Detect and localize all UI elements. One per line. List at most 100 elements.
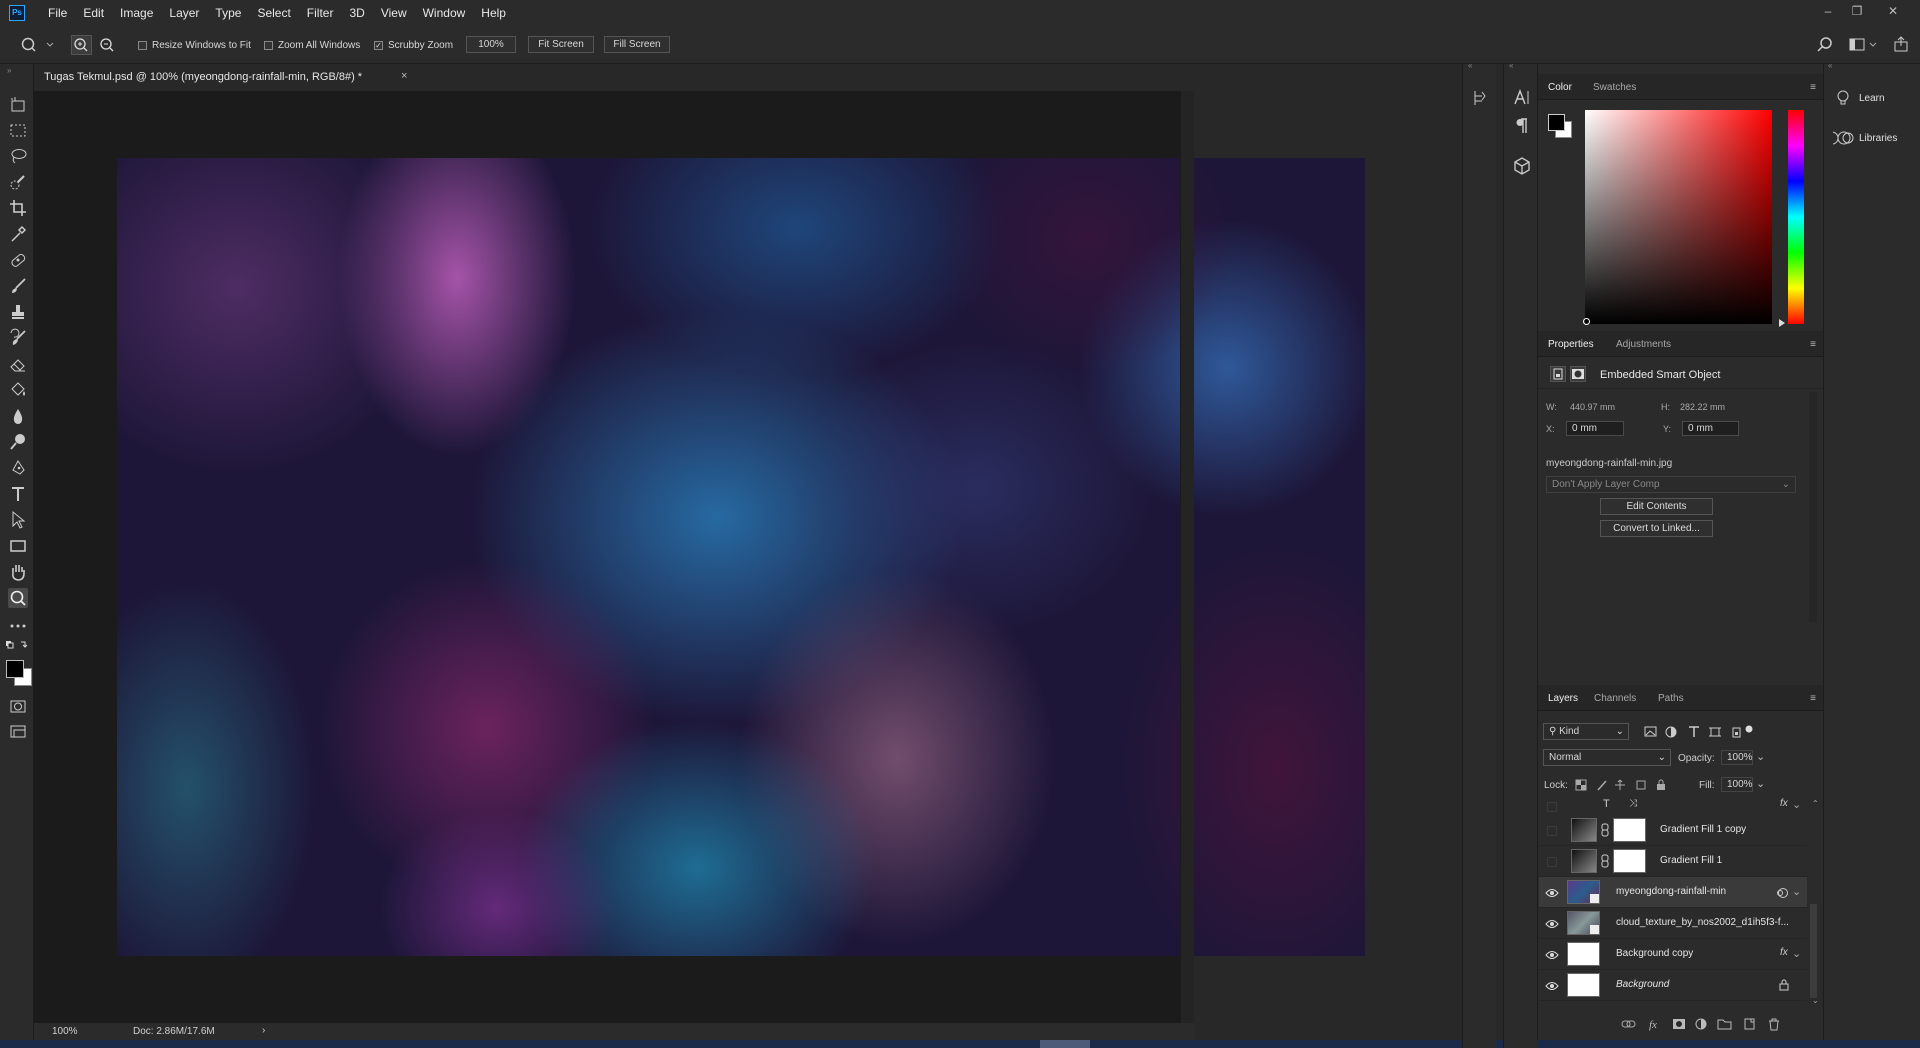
share-icon[interactable] bbox=[1893, 36, 1909, 52]
layer-row-partial[interactable]: T ⤨ fx ⌄ bbox=[1539, 798, 1807, 814]
crop-tool-icon[interactable] bbox=[8, 198, 28, 218]
dock-arrows-icon[interactable]: « bbox=[1828, 61, 1832, 70]
brush-tool-icon[interactable] bbox=[8, 276, 28, 296]
dock-arrows-icon[interactable]: « bbox=[1509, 61, 1513, 70]
layer-row[interactable]: Background bbox=[1539, 970, 1807, 1001]
menu-help[interactable]: Help bbox=[473, 0, 514, 26]
tab-paths[interactable]: Paths bbox=[1658, 693, 1684, 704]
blur-tool-icon[interactable] bbox=[8, 406, 28, 426]
menu-window[interactable]: Window bbox=[415, 0, 474, 26]
color-picker-cursor[interactable] bbox=[1583, 318, 1590, 325]
learn-icon[interactable] bbox=[1836, 90, 1850, 108]
mask-icon[interactable] bbox=[1570, 366, 1586, 382]
properties-scrollbar[interactable] bbox=[1809, 392, 1817, 622]
layers-scrollbar-thumb[interactable] bbox=[1810, 904, 1817, 998]
menu-filter[interactable]: Filter bbox=[299, 0, 342, 26]
panel-menu-icon[interactable]: ≡ bbox=[1810, 339, 1816, 350]
pen-tool-icon[interactable] bbox=[8, 458, 28, 478]
layer-filter-kind[interactable]: ⚲ Kind ⌄ bbox=[1543, 723, 1629, 740]
scroll-up-icon[interactable]: ⌃ bbox=[1812, 799, 1819, 808]
paragraph-icon[interactable] bbox=[1512, 116, 1532, 136]
zoom-all-windows-checkbox[interactable]: Zoom All Windows bbox=[264, 40, 360, 51]
tab-layers[interactable]: Layers bbox=[1541, 685, 1585, 711]
minimize-icon[interactable]: – bbox=[1819, 4, 1837, 20]
layer-row[interactable]: Background copy fx ⌄ bbox=[1539, 939, 1807, 970]
menu-image[interactable]: Image bbox=[112, 0, 161, 26]
default-colors-icon[interactable] bbox=[5, 640, 29, 650]
visibility-toggle[interactable] bbox=[1547, 857, 1557, 867]
more-tools-icon[interactable] bbox=[8, 616, 28, 636]
character-icon[interactable] bbox=[1512, 88, 1532, 108]
eye-icon[interactable] bbox=[1545, 950, 1559, 960]
learn-label[interactable]: Learn bbox=[1859, 93, 1885, 104]
vertical-scrollbar[interactable] bbox=[1180, 91, 1194, 1023]
hand-tool-icon[interactable] bbox=[8, 562, 28, 582]
link-icon[interactable] bbox=[1601, 823, 1609, 837]
resize-windows-checkbox[interactable]: Resize Windows to Fit bbox=[138, 40, 251, 51]
fill-screen-button[interactable]: Fill Screen bbox=[604, 36, 670, 53]
dodge-tool-icon[interactable] bbox=[8, 432, 28, 452]
menu-view[interactable]: View bbox=[373, 0, 415, 26]
menu-type[interactable]: Type bbox=[207, 0, 249, 26]
tab-channels[interactable]: Channels bbox=[1594, 693, 1636, 704]
status-zoom[interactable]: 100% bbox=[52, 1026, 78, 1037]
lasso-tool-icon[interactable] bbox=[8, 146, 28, 166]
tab-swatches[interactable]: Swatches bbox=[1593, 82, 1636, 93]
path-selection-tool-icon[interactable] bbox=[8, 510, 28, 530]
x-position-field[interactable]: 0 mm bbox=[1566, 421, 1624, 436]
libraries-icon[interactable] bbox=[1833, 130, 1855, 146]
quick-mask-icon[interactable] bbox=[8, 696, 28, 716]
opacity-field[interactable]: 100% bbox=[1721, 750, 1753, 765]
smart-filter-icon[interactable] bbox=[1776, 887, 1790, 899]
hue-slider[interactable] bbox=[1788, 110, 1804, 324]
panel-menu-icon[interactable]: ≡ bbox=[1810, 693, 1816, 704]
chevron-down-icon[interactable]: ⌄ bbox=[1792, 798, 1801, 811]
tab-properties[interactable]: Properties bbox=[1542, 331, 1600, 357]
close-window-icon[interactable]: ✕ bbox=[1884, 4, 1902, 20]
eye-icon[interactable] bbox=[1545, 919, 1559, 929]
status-arrow-icon[interactable]: › bbox=[262, 1025, 265, 1036]
artboard-tool-icon[interactable] bbox=[8, 94, 28, 114]
y-position-field[interactable]: 0 mm bbox=[1682, 421, 1739, 436]
blend-mode-select[interactable]: Normal ⌄ bbox=[1543, 749, 1671, 766]
layer-row[interactable]: Gradient Fill 1 copy bbox=[1539, 815, 1807, 846]
history-icon[interactable] bbox=[1470, 88, 1490, 108]
hue-slider-handle[interactable] bbox=[1779, 319, 1785, 327]
dock-arrows-icon[interactable]: « bbox=[1468, 61, 1472, 70]
libraries-label[interactable]: Libraries bbox=[1859, 133, 1897, 144]
fx-icon[interactable]: fx bbox=[1780, 798, 1788, 809]
lock-icons[interactable] bbox=[1575, 778, 1671, 792]
layer-comp-select[interactable]: Don't Apply Layer Comp ⌄ bbox=[1546, 476, 1796, 493]
zoom-tool-icon[interactable] bbox=[8, 588, 28, 608]
layer-name[interactable]: cloud_texture_by_nos2002_d1ih5f3-f... bbox=[1616, 917, 1789, 928]
layer-name[interactable]: Gradient Fill 1 bbox=[1660, 855, 1722, 866]
marquee-tool-icon[interactable] bbox=[8, 120, 28, 140]
layer-name[interactable]: myeongdong-rainfall-min bbox=[1616, 886, 1726, 897]
fx-icon[interactable]: fx bbox=[1780, 947, 1788, 958]
zoom-tool-preset-icon[interactable] bbox=[20, 37, 56, 53]
edit-contents-button[interactable]: Edit Contents bbox=[1600, 498, 1713, 515]
foreground-color-swatch[interactable] bbox=[6, 660, 24, 678]
menu-layer[interactable]: Layer bbox=[161, 0, 207, 26]
panel-menu-icon[interactable]: ≡ bbox=[1810, 82, 1816, 93]
healing-brush-tool-icon[interactable] bbox=[8, 250, 28, 270]
restore-icon[interactable]: ❐ bbox=[1848, 4, 1866, 20]
zoom-value-field[interactable]: 100% bbox=[466, 36, 516, 53]
scroll-down-icon[interactable]: ⌄ bbox=[1812, 996, 1819, 1005]
search-icon[interactable] bbox=[1817, 37, 1833, 53]
color-picker-field[interactable] bbox=[1585, 110, 1772, 324]
layer-row-selected[interactable]: myeongdong-rainfall-min ⌄ bbox=[1539, 877, 1807, 908]
history-brush-tool-icon[interactable] bbox=[8, 328, 28, 348]
layer-mask-thumbnail[interactable] bbox=[1613, 849, 1646, 873]
fit-screen-button[interactable]: Fit Screen bbox=[528, 36, 594, 53]
menu-file[interactable]: File bbox=[40, 0, 75, 26]
eye-icon[interactable] bbox=[1545, 888, 1559, 898]
layer-name[interactable]: Gradient Fill 1 copy bbox=[1660, 824, 1746, 835]
menu-edit[interactable]: Edit bbox=[75, 0, 112, 26]
eraser-tool-icon[interactable] bbox=[8, 354, 28, 374]
close-document-icon[interactable]: × bbox=[401, 70, 407, 82]
chevron-down-icon[interactable]: ⌄ bbox=[1792, 947, 1801, 960]
clone-stamp-tool-icon[interactable] bbox=[8, 302, 28, 322]
visibility-toggle[interactable] bbox=[1547, 826, 1557, 836]
scrubby-zoom-checkbox[interactable]: ✓ Scrubby Zoom bbox=[374, 40, 453, 51]
